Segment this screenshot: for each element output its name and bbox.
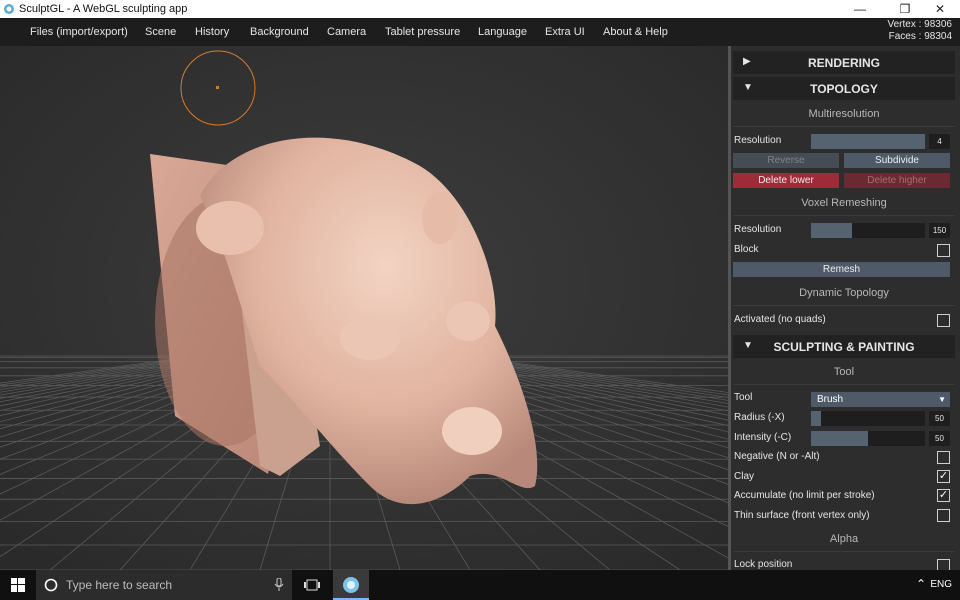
- mesh-stats: Vertex : 98306 Faces : 98304: [888, 19, 953, 43]
- delete-higher-button[interactable]: Delete higher: [844, 173, 950, 188]
- multires-resolution-slider[interactable]: [811, 134, 925, 149]
- sculpt-viewport[interactable]: [0, 46, 728, 570]
- multires-resolution-value[interactable]: 4: [929, 134, 950, 149]
- folder-topology-label: TOPOLOGY: [810, 82, 878, 96]
- tool-select-value: Brush: [817, 394, 844, 405]
- task-view-icon[interactable]: [304, 579, 320, 591]
- folder-rendering[interactable]: ▶ RENDERING: [733, 51, 955, 74]
- divider: [733, 384, 955, 385]
- lock-position-checkbox[interactable]: [937, 559, 950, 570]
- taskbar-search[interactable]: Type here to search: [36, 570, 292, 600]
- accumulate-label: Accumulate (no limit per stroke): [734, 490, 875, 501]
- menu-bar: Files (import/export) Scene History Back…: [0, 18, 960, 46]
- multiresolution-title: Multiresolution: [808, 108, 880, 120]
- remesh-button[interactable]: Remesh: [733, 262, 950, 277]
- voxel-resolution-label: Resolution: [734, 224, 782, 235]
- viewport-canvas[interactable]: [0, 46, 728, 570]
- menu-tablet-pressure[interactable]: Tablet pressure: [385, 26, 460, 38]
- menu-files[interactable]: Files (import/export): [30, 26, 128, 38]
- dropdown-caret-icon: ▼: [938, 395, 946, 404]
- negative-label: Negative (N or -Alt): [734, 451, 820, 462]
- alpha-title: Alpha: [829, 533, 859, 545]
- brush-center-dot: [216, 86, 219, 89]
- tray-overflow-icon[interactable]: ⌃: [916, 577, 926, 591]
- voxel-remeshing-title: Voxel Remeshing: [801, 197, 887, 209]
- close-button[interactable]: ✕: [920, 0, 960, 18]
- slider-fill: [811, 411, 822, 426]
- windows-start-icon[interactable]: [11, 578, 25, 592]
- thin-surface-checkbox[interactable]: [937, 509, 950, 522]
- negative-checkbox[interactable]: [937, 451, 950, 464]
- block-checkbox[interactable]: [937, 244, 950, 257]
- accumulate-checkbox[interactable]: ✓: [937, 489, 950, 502]
- window-titlebar: SculptGL - A WebGL sculpting app — ❐ ✕: [0, 0, 960, 18]
- folder-sculpting-painting[interactable]: ▼ SCULPTING & PAINTING: [733, 335, 955, 358]
- face-count: Faces : 98304: [888, 31, 952, 42]
- activated-checkbox[interactable]: [937, 314, 950, 327]
- slider-fill: [811, 134, 925, 149]
- taskbar-sculptgl-app[interactable]: [333, 570, 369, 600]
- intensity-label: Intensity (-C): [734, 432, 792, 443]
- radius-label: Radius (-X): [734, 412, 785, 423]
- vertex-count: Vertex : 98306: [887, 19, 953, 30]
- tool-label: Tool: [734, 392, 753, 403]
- os-taskbar: Type here to search ⌃ ENG: [0, 570, 960, 600]
- tool-title: Tool: [833, 366, 855, 378]
- divider: [733, 551, 955, 552]
- radius-slider[interactable]: [811, 411, 925, 426]
- restore-button[interactable]: ❐: [885, 0, 925, 18]
- activated-label: Activated (no quads): [734, 314, 826, 325]
- menu-background[interactable]: Background: [250, 26, 309, 38]
- subdivide-button[interactable]: Subdivide: [844, 153, 950, 168]
- menu-extra-ui[interactable]: Extra UI: [545, 26, 585, 38]
- search-placeholder: Type here to search: [66, 578, 173, 592]
- intensity-slider[interactable]: [811, 431, 925, 446]
- clay-label: Clay: [734, 471, 755, 482]
- menu-history[interactable]: History: [195, 26, 229, 38]
- delete-lower-button[interactable]: Delete lower: [733, 173, 839, 188]
- language-indicator[interactable]: ENG: [930, 579, 952, 590]
- sculptgl-app-icon: [4, 4, 14, 14]
- dynamic-topology-title: Dynamic Topology: [799, 287, 889, 299]
- voxel-resolution-value[interactable]: 150: [929, 223, 950, 238]
- tool-select[interactable]: Brush ▼: [811, 392, 950, 407]
- reverse-button[interactable]: Reverse: [733, 153, 839, 168]
- voxel-resolution-slider[interactable]: [811, 223, 925, 238]
- folder-rendering-label: RENDERING: [807, 56, 880, 70]
- lock-position-label: Lock position: [734, 559, 793, 570]
- folder-topology[interactable]: ▼ TOPOLOGY: [733, 77, 955, 100]
- menu-about-help[interactable]: About & Help: [603, 26, 668, 38]
- slider-fill: [811, 431, 868, 446]
- divider: [733, 215, 955, 216]
- menu-language[interactable]: Language: [478, 26, 527, 38]
- microphone-icon[interactable]: [274, 578, 284, 592]
- multires-resolution-label: Resolution: [734, 135, 782, 146]
- cortana-icon: [44, 578, 58, 592]
- thin-surface-label: Thin surface (front vertex only): [734, 510, 870, 521]
- slider-fill: [811, 223, 853, 238]
- menu-camera[interactable]: Camera: [327, 26, 366, 38]
- sculptgl-taskbar-icon: [343, 577, 359, 593]
- divider: [733, 305, 955, 306]
- radius-value[interactable]: 50: [929, 411, 950, 426]
- clay-checkbox[interactable]: ✓: [937, 470, 950, 483]
- side-panel: ▶ RENDERING ▼ TOPOLOGY Multiresolution R…: [731, 46, 960, 570]
- block-label: Block: [734, 244, 759, 255]
- menu-scene[interactable]: Scene: [145, 26, 176, 38]
- window-title: SculptGL - A WebGL sculpting app: [19, 3, 188, 15]
- folder-sculpting-label: SCULPTING & PAINTING: [773, 340, 915, 354]
- intensity-value[interactable]: 50: [929, 431, 950, 446]
- minimize-button[interactable]: —: [840, 0, 880, 18]
- divider: [733, 126, 955, 127]
